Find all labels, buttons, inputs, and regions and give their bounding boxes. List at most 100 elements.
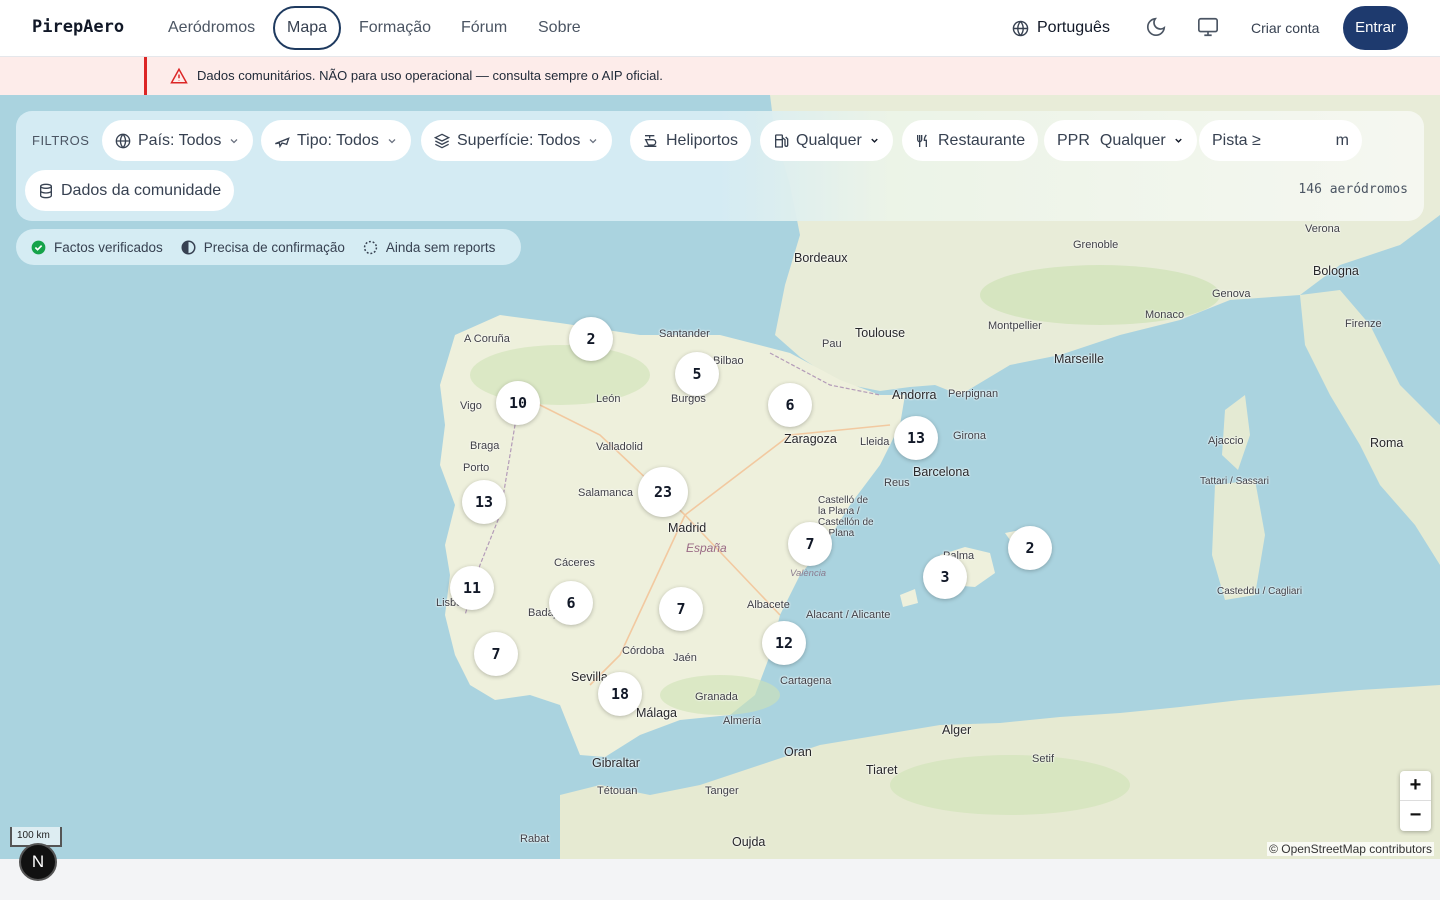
nav-link-map[interactable]: Mapa xyxy=(273,6,342,50)
city-label: Andorra xyxy=(892,388,937,402)
map-attribution[interactable]: © OpenStreetMap contributors xyxy=(1267,842,1434,856)
signup-link[interactable]: Criar conta xyxy=(1251,18,1319,38)
city-label: Tattari / Sassari xyxy=(1200,476,1269,487)
city-label: Alacant / Alicante xyxy=(806,609,891,621)
community-data-toggle[interactable]: Dados da comunidade xyxy=(25,170,235,211)
runway-unit: m xyxy=(1335,131,1349,149)
city-label: Braga xyxy=(470,440,500,452)
aerodrome-count: 146 aeródromos xyxy=(1298,182,1408,197)
legend-no-reports: Ainda sem reports xyxy=(363,239,496,255)
dev-badge[interactable]: N xyxy=(19,843,57,881)
nav-link-about[interactable]: Sobre xyxy=(538,6,581,50)
display-mode-button[interactable] xyxy=(1197,16,1221,40)
nav-link-aerodromes[interactable]: Aeródromos xyxy=(168,6,255,50)
city-label: Tétouan xyxy=(597,785,638,797)
heliports-toggle[interactable]: Heliportos xyxy=(630,120,752,161)
monitor-icon xyxy=(1198,17,1218,37)
city-label: Verona xyxy=(1305,223,1340,235)
city-label: Casteddu / Cagliari xyxy=(1217,586,1303,597)
community-data-label: Dados da comunidade xyxy=(61,181,222,199)
moon-icon xyxy=(1146,17,1166,37)
city-label: Rabat xyxy=(520,833,550,845)
aerodrome-cluster[interactable]: 3 xyxy=(923,555,967,599)
city-label: Monaco xyxy=(1145,309,1185,321)
city-label: Alger xyxy=(942,723,972,737)
aerodrome-cluster[interactable]: 13 xyxy=(462,480,506,524)
aerodrome-cluster[interactable]: 11 xyxy=(450,566,494,610)
aerodrome-cluster[interactable]: 6 xyxy=(768,383,812,427)
aerodrome-cluster[interactable]: 6 xyxy=(549,581,593,625)
city-label: Jaén xyxy=(673,652,697,664)
chevron-down-icon xyxy=(388,138,396,143)
globe-icon xyxy=(1012,20,1029,36)
chevron-down-icon xyxy=(1174,138,1182,143)
city-label: Marseille xyxy=(1054,352,1105,366)
aerodrome-cluster[interactable]: 7 xyxy=(788,522,832,566)
aerodrome-cluster[interactable]: 2 xyxy=(569,317,613,361)
city-label: Roma xyxy=(1370,436,1404,450)
runway-length-filter[interactable]: Pista ≥ m xyxy=(1199,120,1362,161)
aerodrome-cluster[interactable]: 12 xyxy=(762,621,806,665)
city-label: Salamanca xyxy=(578,487,634,499)
aerodrome-cluster[interactable]: 18 xyxy=(598,672,642,716)
aerodrome-cluster[interactable]: 10 xyxy=(496,381,540,425)
surface-filter[interactable]: Superfície: Todos xyxy=(421,120,613,161)
ppr-filter-value: Qualquer xyxy=(1099,131,1166,149)
check-circle-icon xyxy=(31,240,46,254)
nav-link-training[interactable]: Formação xyxy=(359,6,431,50)
fuel-filter[interactable]: Qualquer xyxy=(760,120,893,161)
surface-filter-label: Superfície: Todos xyxy=(457,131,581,149)
aerodrome-cluster[interactable]: 5 xyxy=(675,352,719,396)
restaurant-toggle[interactable]: Restaurante xyxy=(902,120,1039,161)
zoom-control: + − xyxy=(1400,771,1431,831)
legend-no-reports-label: Ainda sem reports xyxy=(385,239,496,255)
language-label: Português xyxy=(1037,19,1110,36)
legend-needs-confirmation: Precisa de confirmação xyxy=(181,240,345,255)
chevron-down-icon xyxy=(589,138,597,143)
heliports-label: Heliportos xyxy=(666,131,739,149)
app-logo[interactable]: PirepAero xyxy=(32,17,124,37)
globe-icon xyxy=(115,133,131,148)
city-label: Granada xyxy=(695,691,738,703)
city-label: Madrid xyxy=(668,521,707,535)
city-label: Girona xyxy=(953,430,987,442)
ppr-filter[interactable]: PPR Qualquer xyxy=(1044,120,1197,161)
city-label: Santander xyxy=(659,328,710,340)
restaurant-label: Restaurante xyxy=(938,131,1026,149)
country-filter-label: País: Todos xyxy=(138,131,222,149)
zoom-out-button[interactable]: − xyxy=(1400,801,1431,831)
fork-knife-icon xyxy=(917,134,927,147)
aerodrome-cluster[interactable]: 2 xyxy=(1008,526,1052,570)
city-label: Málaga xyxy=(636,706,677,720)
aerodrome-cluster[interactable]: 13 xyxy=(894,416,938,460)
aerodrome-cluster[interactable]: 23 xyxy=(638,467,688,517)
chevron-down-icon xyxy=(230,138,238,143)
aerodrome-cluster[interactable]: 7 xyxy=(474,632,518,676)
warning-banner: Dados comunitários. NÃO para uso operaci… xyxy=(0,57,1440,95)
aerodrome-cluster[interactable]: 7 xyxy=(659,587,703,631)
city-label: Cáceres xyxy=(554,557,595,569)
theme-toggle-button[interactable] xyxy=(1145,16,1169,40)
zoom-in-button[interactable]: + xyxy=(1400,771,1431,801)
type-filter-label: Tipo: Todos xyxy=(297,131,379,149)
login-button[interactable]: Entrar xyxy=(1343,6,1408,50)
ppr-label: PPR xyxy=(1057,131,1090,149)
top-navigation: PirepAero Aeródromos Mapa Formação Fórum… xyxy=(0,0,1440,57)
city-label: Córdoba xyxy=(622,645,665,657)
nav-link-forum[interactable]: Fórum xyxy=(461,6,507,50)
dashed-circle-icon xyxy=(363,240,378,254)
plane-icon xyxy=(275,136,290,148)
city-label: León xyxy=(596,393,621,405)
fuel-pump-icon xyxy=(775,133,789,148)
country-filter[interactable]: País: Todos xyxy=(102,120,254,161)
language-selector[interactable]: Português xyxy=(1012,16,1110,40)
city-label: Grenoble xyxy=(1073,239,1119,251)
city-label: Firenze xyxy=(1345,318,1382,330)
fuel-filter-value: Qualquer xyxy=(796,131,862,149)
legend-verified-label: Factos verificados xyxy=(54,239,163,255)
type-filter[interactable]: Tipo: Todos xyxy=(261,120,411,161)
region-label: València xyxy=(790,568,827,579)
filter-panel: FILTROS País: Todos Tipo: Todos Superfíc… xyxy=(16,111,1424,221)
half-circle-icon xyxy=(181,240,196,254)
city-label: Oujda xyxy=(732,835,766,849)
